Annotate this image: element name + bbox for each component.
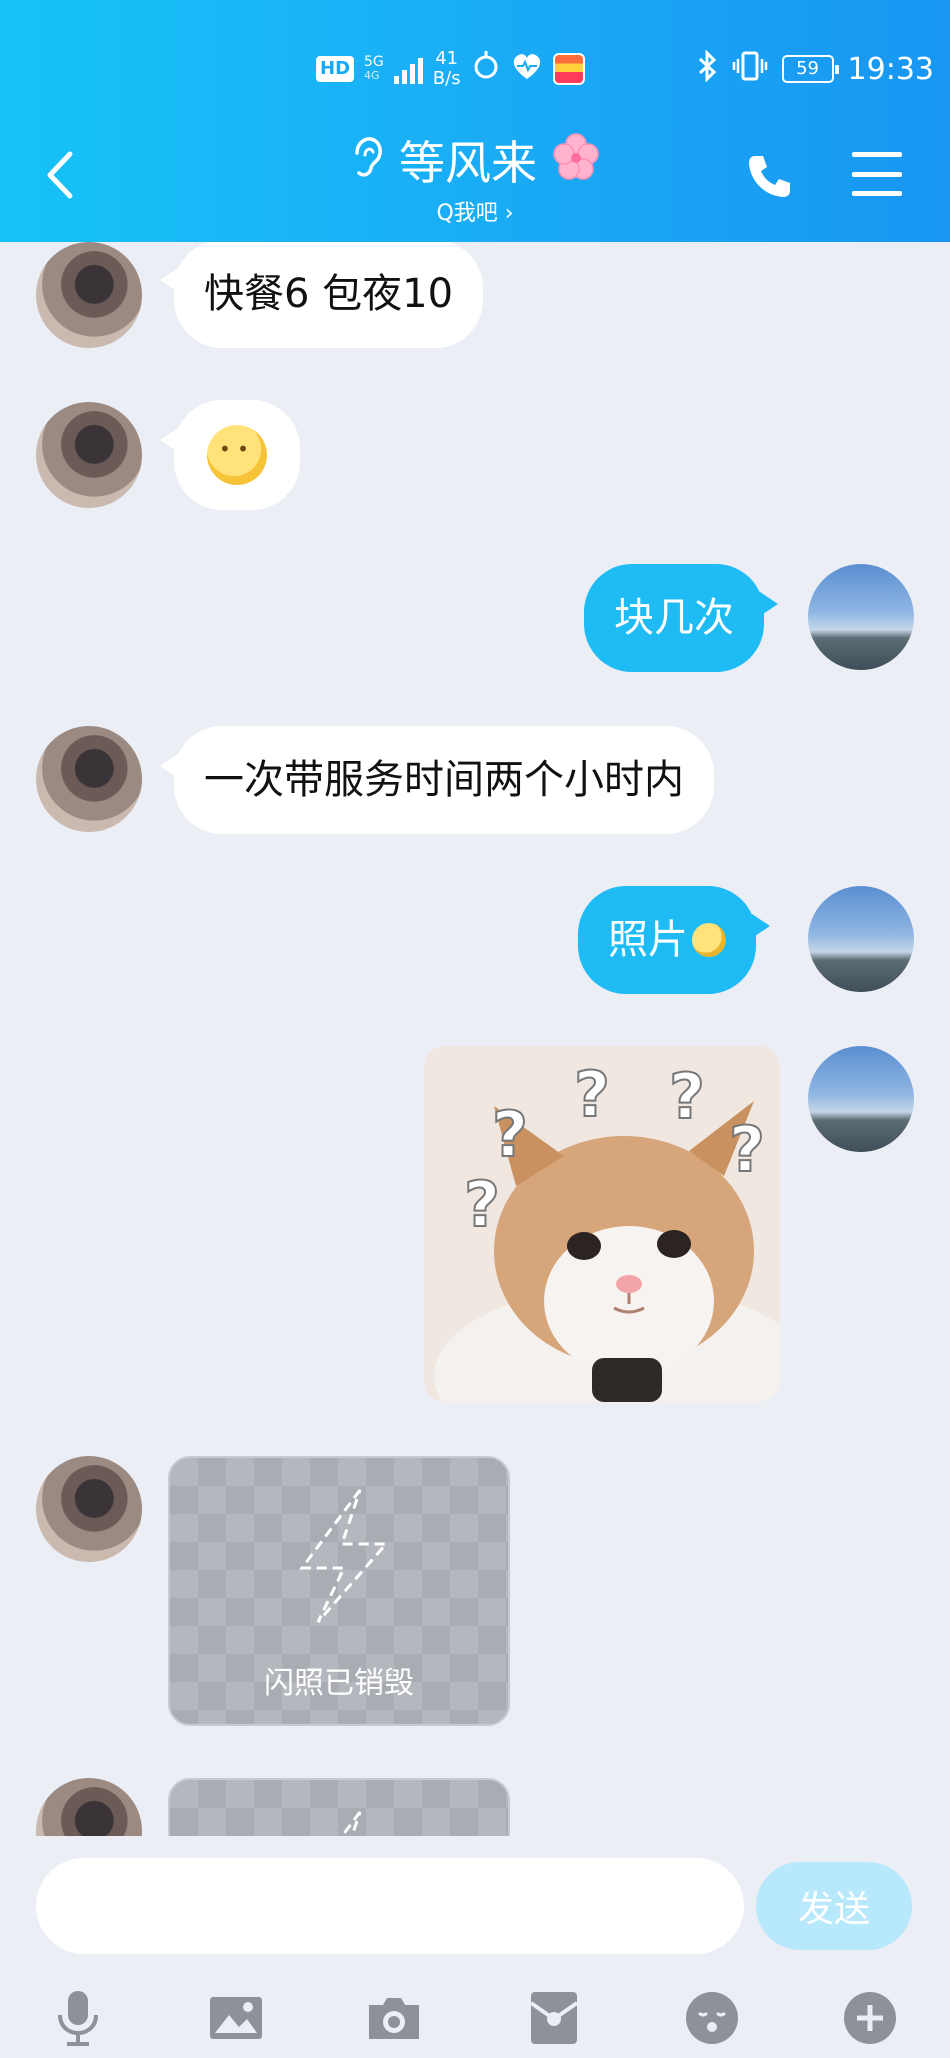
my-avatar[interactable] [808,886,914,992]
red-packet-button[interactable] [522,1986,586,2050]
emoji-button[interactable] [680,1986,744,2050]
lightning-bolt-icon [340,1811,362,1836]
message-input[interactable] [36,1858,744,1954]
message-bubble-incoming[interactable]: 一次带服务时间两个小时内 [160,726,714,834]
mic-icon [58,1991,98,2046]
contact-avatar[interactable] [36,402,142,508]
svg-text:?: ? [729,1113,765,1186]
vibrate-icon [732,50,768,89]
ear-icon [349,135,385,191]
plus-icon [844,1992,896,2044]
menu-line [852,171,902,177]
contact-avatar[interactable] [36,1456,142,1562]
voice-call-button[interactable] [740,146,800,206]
chat-title-block[interactable]: 等风来 Q我吧 › [0,132,950,227]
peek-emoji-icon [692,923,726,957]
my-avatar[interactable] [808,564,914,670]
contact-avatar[interactable] [36,726,142,832]
menu-button[interactable] [852,152,902,196]
chat-subtitle[interactable]: Q我吧 › [0,195,950,227]
status-clock: 19:33 [847,51,934,87]
svg-text:?: ? [464,1168,500,1241]
health-heart-icon [511,51,543,87]
cat-question-marks-image[interactable]: ? ? ? ? ? [424,1046,780,1402]
contact-avatar[interactable] [36,242,142,348]
red-packet-icon [529,1992,579,2044]
phone-icon [749,156,790,197]
network-speed: 41 B/s [432,48,461,89]
app-notification-icon [552,53,585,85]
network-type: 5G 4G [364,54,384,82]
data-saver-icon [471,51,501,87]
message-bubble-incoming[interactable]: 快餐6 包夜10 [159,242,484,348]
bluetooth-icon [696,48,718,89]
picture-button[interactable] [204,1986,268,2050]
message-bubble-outgoing[interactable]: 块几次 [584,564,778,672]
flash-photo-label: 闪照已销毁 [264,1666,414,1701]
message-list[interactable]: 快餐6 包夜10 块几次 一次带服务时间两个小时内 照片 [0,242,950,1836]
status-left: HD 5G 4G 41 B/s [316,44,585,94]
message-bubble-incoming[interactable] [160,400,300,510]
signal-bars-icon [393,54,423,84]
page-title: 等风来 [399,135,537,190]
cherry-blossom-icon [551,132,601,193]
svg-text:?: ? [669,1060,705,1133]
flash-photo-card[interactable]: 闪照已销毁 [168,1456,510,1726]
my-avatar[interactable] [808,1046,914,1152]
mic-button[interactable] [46,1986,110,2050]
menu-line [852,152,902,157]
composer-toolbar [0,1976,950,2058]
menu-line [852,191,902,196]
contact-avatar[interactable] [36,1778,142,1836]
emoji-icon [686,1992,738,2044]
picture-icon [210,1997,262,2039]
flash-photo-card[interactable] [168,1778,510,1836]
chat-header: HD 5G 4G 41 B/s 59 19:33 等风来 Q我吧 › [0,0,950,242]
battery-indicator: 59 [781,55,839,83]
thinking-face-emoji-icon [207,425,267,485]
send-button[interactable]: 发送 [756,1862,912,1950]
status-right: 59 19:33 [696,44,934,94]
message-bubble-outgoing[interactable]: 照片 [578,886,770,994]
camera-icon [369,1998,419,2039]
svg-text:?: ? [492,1098,528,1171]
lightning-bolt-icon [299,1489,390,1623]
hd-badge: HD [316,56,355,82]
composer-area: 发送 [0,1836,950,2058]
svg-text:?: ? [574,1058,610,1131]
more-button[interactable] [838,1986,902,2050]
camera-button[interactable] [362,1986,426,2050]
status-bar: HD 5G 4G 41 B/s 59 19:33 [0,44,950,94]
